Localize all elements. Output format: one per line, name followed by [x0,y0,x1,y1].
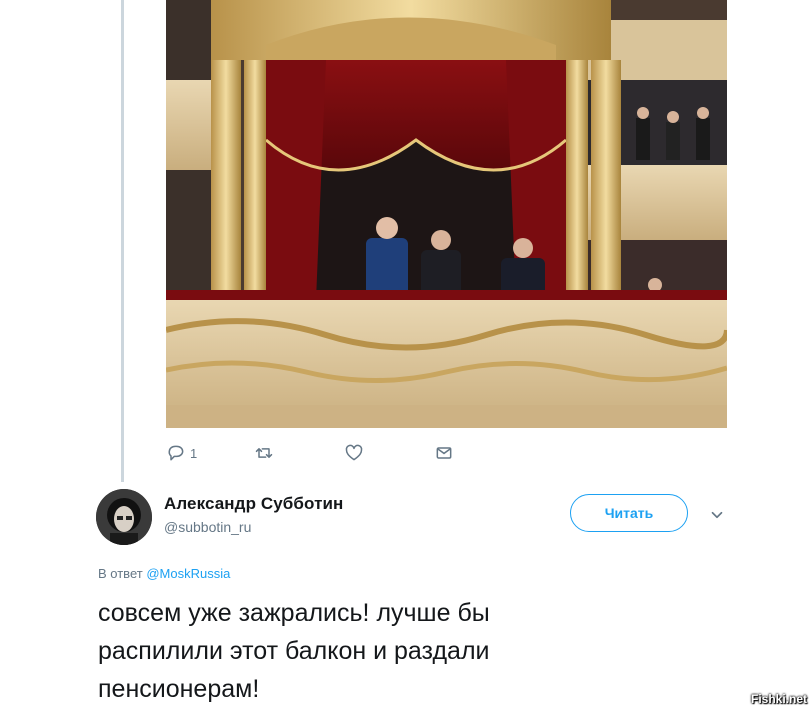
like-button[interactable] [344,440,364,466]
reply-icon [168,445,184,461]
user-name[interactable]: Александр Субботин [164,494,343,514]
theatre-box-photo [166,0,727,428]
reply-context: В ответ @MoskRussia [98,566,230,581]
retweet-icon [255,448,273,458]
reply-count: 1 [190,445,198,461]
envelope-icon [436,447,452,459]
retweet-button[interactable] [254,440,274,466]
tweet-text: совсем уже зажрались! лучше бы распилили… [98,594,658,708]
avatar[interactable] [96,489,152,545]
dm-button[interactable] [434,440,454,466]
reply-mention-link[interactable]: @MoskRussia [146,566,230,581]
follow-button[interactable]: Читать [570,494,688,532]
chevron-down-icon[interactable] [708,506,726,524]
avatar-image [96,489,152,545]
heart-icon [345,444,363,461]
reply-button[interactable]: 1 [166,440,197,466]
reply-prefix: В ответ [98,566,143,581]
thread-line [121,0,124,482]
tweet-line: совсем уже зажрались! лучше бы [98,599,490,627]
tweet-line: пенсионерам! [98,675,260,703]
tweet-actions: 1 [166,440,486,468]
tweet-line: распилили этот балкон и раздали [98,637,490,665]
user-handle[interactable]: @subbotin_ru [164,519,251,535]
watermark: Fishki.net [750,692,807,706]
tweet-photo[interactable] [166,0,727,428]
